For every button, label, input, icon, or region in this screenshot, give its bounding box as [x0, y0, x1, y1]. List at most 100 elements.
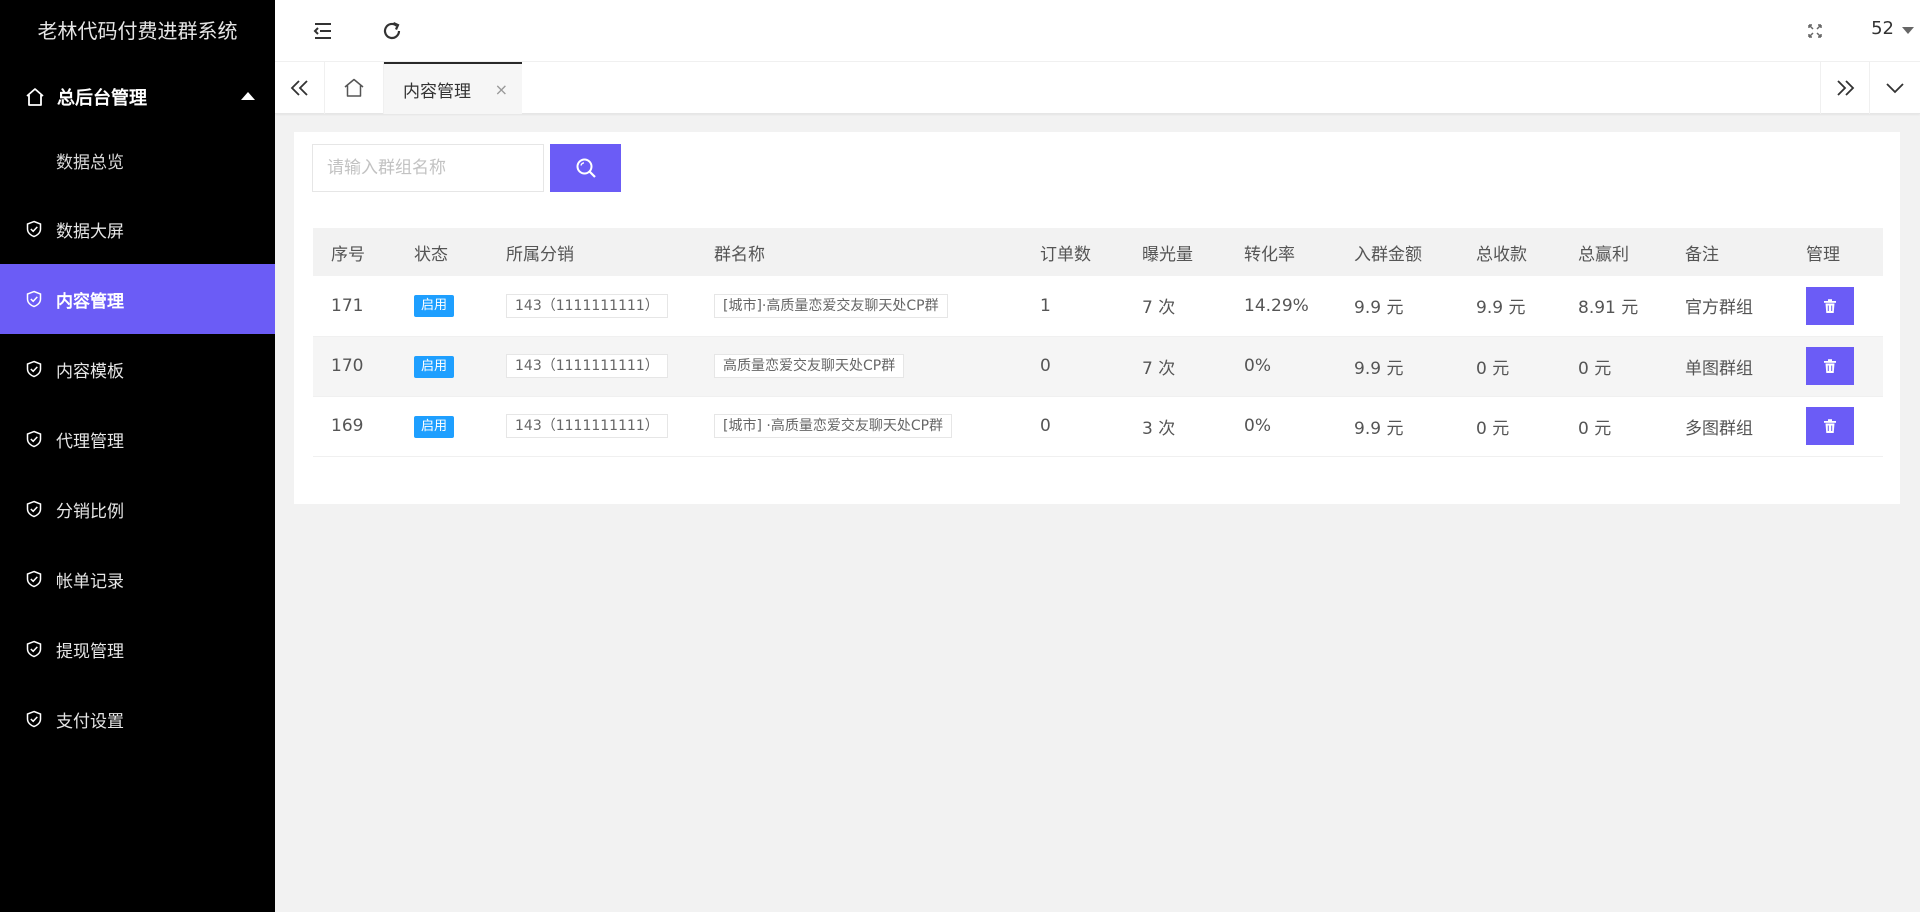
refresh-icon[interactable]	[379, 18, 405, 44]
col-header: 入群金额	[1336, 228, 1458, 276]
distributor-tag: 143（1111111111）	[506, 293, 668, 318]
table-row: 170 启用 143（1111111111） 高质量恋爱交友聊天处CP群 0 7…	[313, 336, 1883, 397]
tab-bar: 内容管理 ×	[275, 62, 1920, 114]
group-name-tag: [城市] ·高质量恋爱交友聊天处CP群	[714, 414, 953, 438]
tabs-next-icon	[1837, 80, 1855, 96]
cell-amount: 9.9 元	[1336, 336, 1458, 397]
shield-check-icon	[26, 710, 42, 728]
cell-exposure: 3 次	[1124, 396, 1226, 457]
sidebar-group-admin[interactable]: 总后台管理	[0, 62, 275, 132]
shield-check-icon	[26, 500, 42, 518]
tabs-prev-icon	[290, 80, 308, 96]
sidebar: 老林代码付费进群系统 总后台管理 数据总览 数据大屏 内容管理 内容模板 代理管…	[0, 0, 275, 912]
tab-label: 内容管理	[403, 81, 471, 102]
cell-remark: 单图群组	[1667, 336, 1788, 397]
search-button[interactable]	[550, 144, 621, 192]
cell-id: 170	[313, 336, 396, 397]
app-title: 老林代码付费进群系统	[37, 19, 238, 43]
tab-home[interactable]	[325, 62, 384, 114]
cell-profit: 8.91 元	[1560, 276, 1667, 337]
sidebar-item-overview[interactable]: 数据总览	[0, 132, 275, 194]
cell-remark: 多图群组	[1667, 396, 1788, 457]
table-header: 序号 状态 所属分销 群名称 订单数 曝光量 转化率 入群金额 总收款 总赢利 …	[313, 228, 1883, 276]
trash-icon	[1824, 359, 1836, 373]
shield-check-icon	[26, 430, 42, 448]
sidebar-item-bills[interactable]: 帐单记录	[0, 544, 275, 614]
sidebar-item-label: 内容管理	[56, 291, 124, 312]
menu-collapse-icon[interactable]	[310, 18, 336, 44]
groups-table: 序号 状态 所属分销 群名称 订单数 曝光量 转化率 入群金额 总收款 总赢利 …	[313, 228, 1883, 457]
distributor-tag: 143（1111111111）	[506, 354, 668, 378]
tabs-next-button[interactable]	[1820, 62, 1870, 114]
sidebar-item-dashboard[interactable]: 数据大屏	[0, 194, 275, 264]
col-header: 订单数	[1022, 228, 1124, 276]
sidebar-item-label: 支付设置	[56, 711, 124, 732]
table-row: 171 启用 143（1111111111） [城市]·高质量恋爱交友聊天处CP…	[313, 276, 1883, 337]
cell-id: 169	[313, 396, 396, 457]
home-tab-icon	[344, 78, 364, 97]
col-header: 群名称	[696, 228, 1022, 276]
group-name-tag: 高质量恋爱交友聊天处CP群	[714, 354, 905, 378]
sidebar-item-label: 内容模板	[56, 361, 124, 382]
cell-conversion: 14.29%	[1226, 276, 1336, 337]
cell-orders: 1	[1022, 276, 1124, 337]
sidebar-item-agents[interactable]: 代理管理	[0, 404, 275, 474]
tabs-prev-button[interactable]	[275, 62, 325, 114]
caret-down-icon[interactable]	[1902, 27, 1914, 34]
col-header: 管理	[1788, 228, 1883, 276]
sidebar-item-templates[interactable]: 内容模板	[0, 334, 275, 404]
cell-income: 0 元	[1458, 396, 1560, 457]
cell-conversion: 0%	[1226, 396, 1336, 457]
close-icon[interactable]: ×	[495, 80, 508, 99]
sidebar-item-ratio[interactable]: 分销比例	[0, 474, 275, 544]
col-header: 状态	[396, 228, 488, 276]
sidebar-item-label: 代理管理	[56, 431, 124, 452]
col-header: 所属分销	[488, 228, 696, 276]
user-menu[interactable]: 52	[1871, 18, 1894, 39]
trash-icon	[1824, 298, 1836, 313]
sidebar-group-label: 总后台管理	[57, 88, 147, 109]
cell-id: 171	[313, 276, 396, 337]
col-header: 总赢利	[1560, 228, 1667, 276]
shield-check-icon	[26, 290, 42, 308]
delete-button[interactable]	[1806, 407, 1854, 445]
col-header: 序号	[313, 228, 396, 276]
cell-profit: 0 元	[1560, 336, 1667, 397]
tabs-menu-button[interactable]	[1870, 62, 1920, 114]
cell-income: 9.9 元	[1458, 276, 1560, 337]
chevron-down-icon	[1886, 83, 1904, 94]
fullscreen-icon[interactable]	[1802, 18, 1828, 44]
sidebar-item-label: 提现管理	[56, 641, 124, 662]
search-input[interactable]	[312, 144, 544, 192]
shield-check-icon	[26, 570, 42, 588]
shield-check-icon	[26, 360, 42, 378]
sidebar-item-withdraw[interactable]: 提现管理	[0, 614, 275, 684]
top-header: 52	[275, 0, 1920, 62]
cell-exposure: 7 次	[1124, 276, 1226, 337]
delete-button[interactable]	[1806, 347, 1854, 385]
tab-content-management[interactable]: 内容管理 ×	[384, 62, 522, 114]
search-icon	[576, 158, 596, 178]
group-name-tag: [城市]·高质量恋爱交友聊天处CP群	[714, 293, 948, 318]
sidebar-item-payment[interactable]: 支付设置	[0, 684, 275, 754]
shield-check-icon	[26, 640, 42, 658]
cell-orders: 0	[1022, 336, 1124, 397]
sidebar-item-label: 帐单记录	[56, 571, 124, 592]
trash-icon	[1824, 419, 1836, 433]
sidebar-item-label: 分销比例	[56, 501, 124, 522]
status-badge: 启用	[414, 415, 455, 438]
cell-amount: 9.9 元	[1336, 276, 1458, 337]
col-header: 备注	[1667, 228, 1788, 276]
cell-income: 0 元	[1458, 336, 1560, 397]
home-icon	[26, 88, 44, 106]
status-badge: 启用	[414, 295, 455, 318]
delete-button[interactable]	[1806, 286, 1854, 325]
content-card: 序号 状态 所属分销 群名称 订单数 曝光量 转化率 入群金额 总收款 总赢利 …	[294, 132, 1900, 504]
shield-check-icon	[26, 220, 42, 238]
sidebar-item-label: 数据大屏	[56, 221, 124, 242]
sidebar-item-content[interactable]: 内容管理	[0, 264, 275, 334]
col-header: 曝光量	[1124, 228, 1226, 276]
cell-remark: 官方群组	[1667, 276, 1788, 337]
cell-exposure: 7 次	[1124, 336, 1226, 397]
cell-amount: 9.9 元	[1336, 396, 1458, 457]
